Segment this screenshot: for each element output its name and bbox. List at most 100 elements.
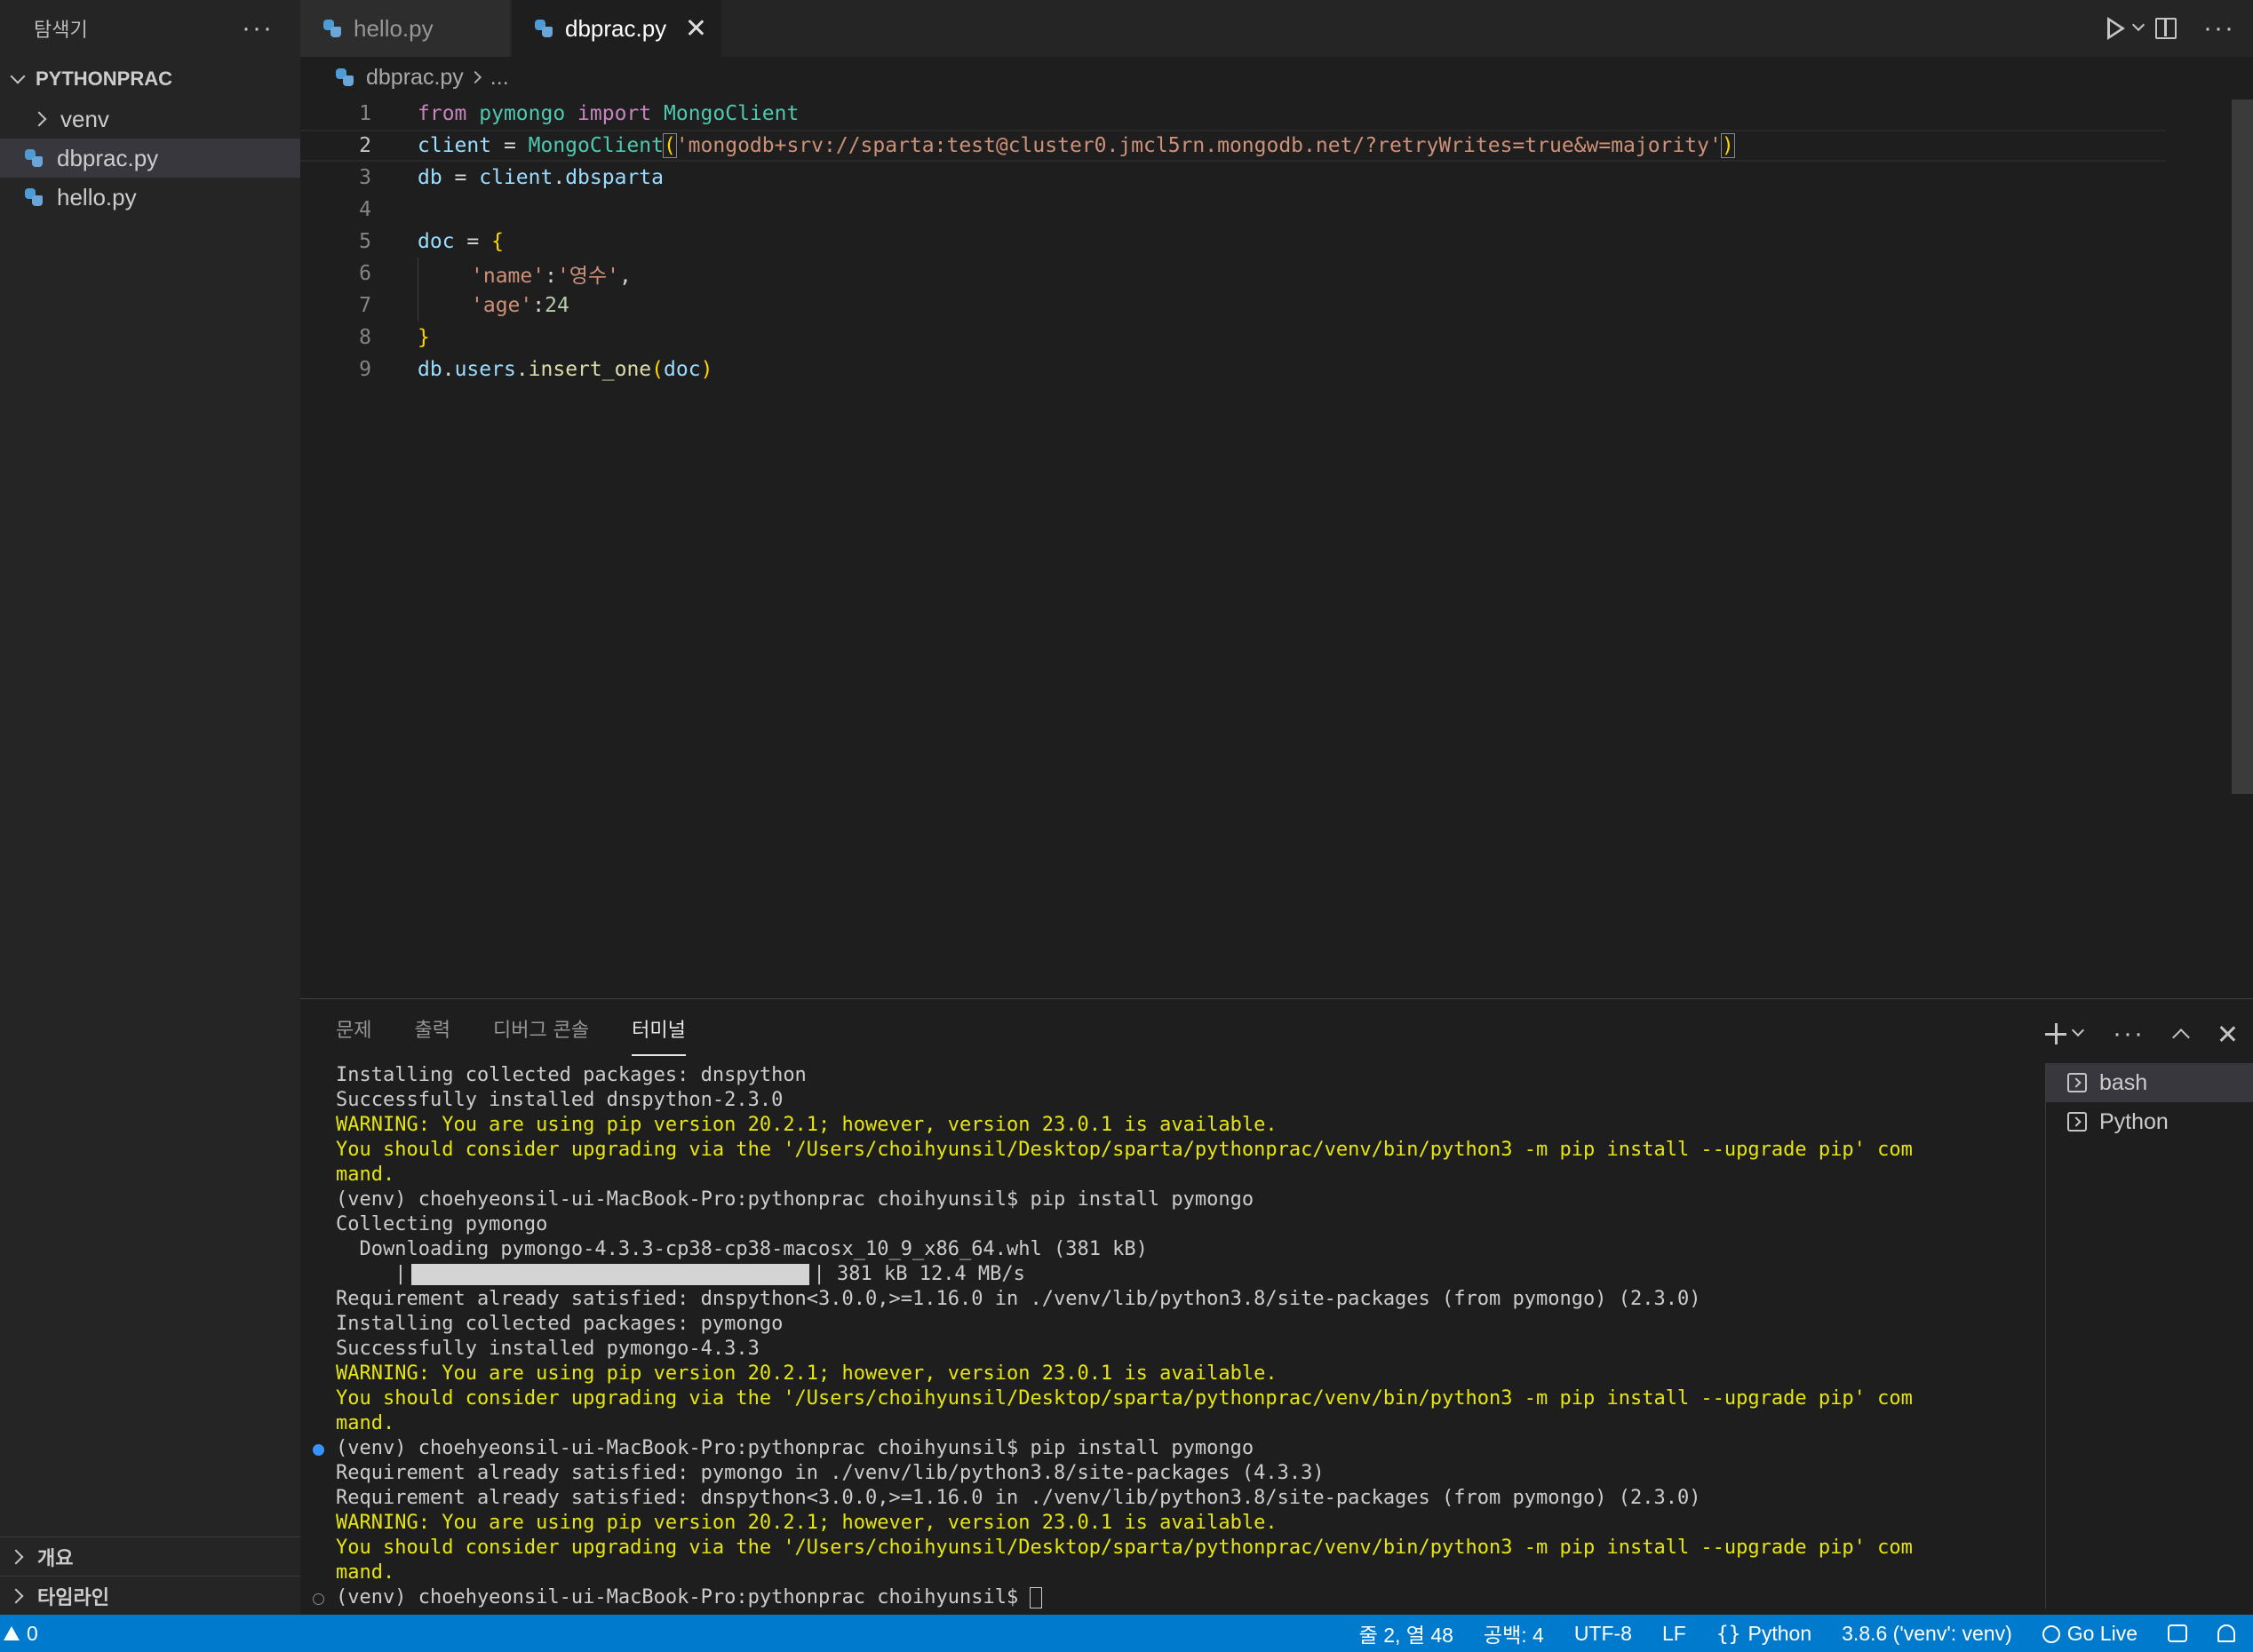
- timeline-section-header[interactable]: 타임라인: [0, 1576, 300, 1615]
- code-text: doc = {: [418, 230, 504, 253]
- bottom-panel: 문제 출력 디버그 콘솔 터미널 ··· Installing collecte…: [300, 998, 2253, 1615]
- chevron-right-icon: [468, 70, 482, 84]
- code-line[interactable]: 5 doc = {: [300, 226, 2166, 258]
- code-line[interactable]: 4: [300, 194, 2166, 226]
- terminal-line: Requirement already satisfied: dnspython…: [336, 1288, 1701, 1310]
- terminal-line: Collecting pymongo: [336, 1213, 548, 1235]
- terminal-icon: [2067, 1112, 2087, 1132]
- editor-tab-bar: hello.py dbprac.py ···: [300, 0, 2253, 57]
- terminal-line: WARNING: You are using pip version 20.2.…: [336, 1114, 1278, 1136]
- split-editor-icon[interactable]: [2155, 18, 2177, 39]
- terminal-icon: [2067, 1073, 2087, 1092]
- tab-problems[interactable]: 문제: [336, 1017, 371, 1056]
- line-number: 7: [359, 294, 371, 317]
- close-icon[interactable]: [686, 18, 705, 37]
- bell-icon[interactable]: [2217, 1624, 2235, 1642]
- terminal-cursor: [1030, 1587, 1043, 1608]
- code-text: from pymongo import MongoClient: [418, 102, 800, 125]
- braces-icon: {}: [1716, 1622, 1741, 1646]
- explorer-more-icon[interactable]: ···: [242, 15, 274, 42]
- tree-file-dbprac[interactable]: dbprac.py: [0, 139, 300, 178]
- line-number: 1: [359, 102, 371, 125]
- breadcrumb-symbols[interactable]: ...: [490, 65, 509, 91]
- terminal-item-bash[interactable]: bash: [2046, 1063, 2253, 1102]
- terminal-label: Python: [2099, 1108, 2169, 1134]
- warning-icon: [4, 1626, 20, 1640]
- code-text: db = client.dbsparta: [418, 166, 664, 189]
- code-line[interactable]: 9 db.users.insert_one(doc): [300, 353, 2166, 385]
- language-mode[interactable]: {} Python: [1716, 1622, 1811, 1646]
- terminal-line: mand.: [336, 1412, 395, 1434]
- terminal-line: (venv) choehyeonsil-ui-MacBook-Pro:pytho…: [313, 1436, 2253, 1461]
- line-number: 2: [359, 134, 371, 157]
- panel-tabs: 문제 출력 디버그 콘솔 터미널: [336, 1017, 686, 1056]
- terminal-line: | | 381 kB 12.4 MB/s: [336, 1263, 1025, 1285]
- editor-scrollbar[interactable]: [2232, 99, 2253, 794]
- outline-label: 개요: [37, 1546, 74, 1569]
- tab-terminal[interactable]: 터미널: [632, 1017, 686, 1056]
- explorer-sidebar: 탐색기 ··· PYTHONPRAC venv dbprac.py hello.…: [0, 0, 300, 1615]
- status-right: 줄 2, 열 48 공백: 4 UTF-8 LF {} Python 3.8.6 …: [1359, 1615, 2235, 1652]
- line-number: 4: [359, 198, 371, 221]
- more-icon[interactable]: ···: [2113, 1021, 2145, 1047]
- command-decoration-icon[interactable]: [313, 1444, 324, 1456]
- code-line[interactable]: 7 'age':24: [300, 290, 2166, 322]
- download-progress-bar: [411, 1264, 810, 1285]
- code-line-current[interactable]: 2 client = MongoClient('mongodb+srv://sp…: [300, 130, 2166, 162]
- terminal-line: (venv) choehyeonsil-ui-MacBook-Pro:pytho…: [336, 1188, 1254, 1211]
- terminal-line: (venv) choehyeonsil-ui-MacBook-Pro:pytho…: [313, 1585, 2253, 1610]
- code-line[interactable]: 8 }: [300, 322, 2166, 353]
- code-text: db.users.insert_one(doc): [418, 358, 713, 381]
- chevron-down-icon: [10, 68, 26, 84]
- terminal-line: You should consider upgrading via the '/…: [336, 1537, 1913, 1559]
- play-icon[interactable]: [2107, 17, 2126, 40]
- code-line[interactable]: 6 'name':'영수',: [300, 258, 2166, 290]
- tab-label: hello.py: [354, 14, 434, 42]
- chevron-down-icon[interactable]: [2071, 1023, 2085, 1037]
- maximize-panel-icon[interactable]: [2172, 1029, 2190, 1046]
- code-line[interactable]: 1 from pymongo import MongoClient: [300, 98, 2166, 130]
- workspace-section-header[interactable]: PYTHONPRAC: [0, 59, 300, 99]
- python-file-icon: [323, 20, 341, 37]
- feedback-icon[interactable]: [2168, 1624, 2187, 1642]
- line-number: 5: [359, 230, 371, 253]
- close-panel-icon[interactable]: [2217, 1024, 2237, 1044]
- end-of-line[interactable]: LF: [1662, 1622, 1686, 1646]
- terminal-line: Successfully installed pymongo-4.3.3: [336, 1338, 760, 1360]
- more-icon[interactable]: ···: [2203, 15, 2235, 42]
- tab-dbprac-py[interactable]: dbprac.py: [512, 0, 721, 57]
- line-number: 6: [359, 262, 371, 285]
- command-decoration-icon[interactable]: [313, 1593, 324, 1605]
- indentation[interactable]: 공백: 4: [1484, 1618, 1544, 1648]
- new-terminal-plus-icon[interactable]: [2045, 1023, 2067, 1044]
- encoding[interactable]: UTF-8: [1574, 1622, 1632, 1646]
- status-bar: 0 줄 2, 열 48 공백: 4 UTF-8 LF {} Python 3.8.…: [0, 1615, 2253, 1652]
- problems-indicator[interactable]: 0: [0, 1622, 38, 1646]
- line-number: 3: [359, 166, 371, 189]
- terminal-line: mand.: [336, 1164, 395, 1186]
- tab-hello-py[interactable]: hello.py: [300, 0, 510, 57]
- chevron-down-icon[interactable]: [2131, 18, 2146, 32]
- timeline-label: 타임라인: [37, 1585, 109, 1608]
- python-interpreter[interactable]: 3.8.6 ('venv': venv): [1842, 1622, 2012, 1646]
- tree-file-hello[interactable]: hello.py: [0, 178, 300, 217]
- code-line[interactable]: 3 db = client.dbsparta: [300, 162, 2166, 194]
- tab-label: dbprac.py: [565, 14, 667, 42]
- broadcast-icon: [2042, 1625, 2060, 1644]
- code-text: client = MongoClient('mongodb+srv://spar…: [418, 133, 1735, 158]
- terminal-output[interactable]: Installing collected packages: dnspython…: [313, 1063, 2253, 1610]
- tab-output[interactable]: 출력: [414, 1017, 450, 1056]
- tree-item-label: venv: [60, 105, 109, 132]
- outline-section-header[interactable]: 개요: [0, 1537, 300, 1576]
- tree-folder-venv[interactable]: venv: [0, 99, 300, 139]
- cursor-position[interactable]: 줄 2, 열 48: [1359, 1618, 1453, 1648]
- line-number: 9: [359, 358, 371, 381]
- tab-debug-console[interactable]: 디버그 콘솔: [493, 1017, 589, 1056]
- breadcrumb-file[interactable]: dbprac.py: [366, 65, 464, 91]
- terminal-item-python[interactable]: Python: [2046, 1102, 2253, 1141]
- line-number: 8: [359, 326, 371, 349]
- code-editor[interactable]: 1 from pymongo import MongoClient 2 clie…: [300, 98, 2253, 998]
- go-live-button[interactable]: Go Live: [2042, 1622, 2138, 1646]
- workspace-name: PYTHONPRAC: [36, 68, 173, 90]
- python-file-icon: [336, 68, 354, 86]
